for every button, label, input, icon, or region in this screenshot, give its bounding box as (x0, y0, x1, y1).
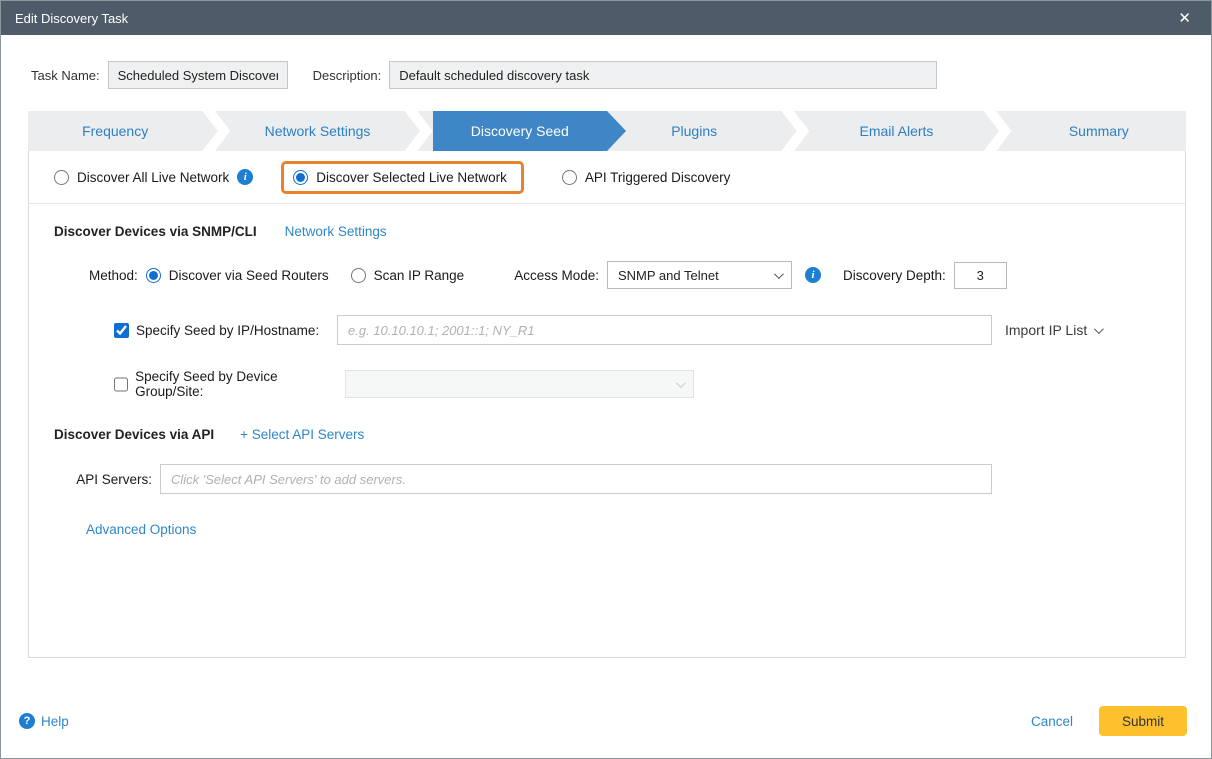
tab-frequency[interactable]: Frequency (28, 111, 202, 151)
seed-ip-checkbox[interactable] (114, 323, 129, 338)
tab-summary[interactable]: Summary (1012, 111, 1186, 151)
selected-option-highlight: Discover Selected Live Network (281, 161, 524, 194)
tab-separator-chevron (405, 111, 433, 151)
api-section-header: Discover Devices via API + Select API Se… (54, 427, 1185, 442)
radio-discover-via-seed-routers[interactable]: Discover via Seed Routers (146, 268, 329, 283)
tab-discovery-seed[interactable]: Discovery Seed (433, 111, 607, 151)
dialog-titlebar: Edit Discovery Task ✕ (1, 1, 1211, 35)
api-servers-label: API Servers: (29, 472, 160, 487)
task-name-input[interactable] (108, 61, 288, 89)
radio-label: Discover via Seed Routers (169, 268, 329, 283)
select-api-servers-link[interactable]: + Select API Servers (240, 427, 364, 442)
snmp-section-title: Discover Devices via SNMP/CLI (54, 224, 257, 239)
tab-separator-chevron (781, 111, 809, 151)
snmp-section-header: Discover Devices via SNMP/CLI Network Se… (54, 224, 1185, 239)
radio-scan-ip-range[interactable]: Scan IP Range (351, 268, 465, 283)
wizard-tabbar: Frequency Network Settings Discovery See… (28, 111, 1186, 151)
method-label: Method: (89, 268, 138, 283)
api-section-title: Discover Devices via API (54, 427, 214, 442)
access-mode-select[interactable]: SNMP and Telnet (607, 261, 792, 289)
import-ip-list-dropdown[interactable]: Import IP List (1005, 322, 1101, 338)
radio-label: Scan IP Range (374, 268, 465, 283)
discovery-depth-label: Discovery Depth: (843, 268, 946, 283)
footer-actions: Cancel Submit (1031, 706, 1187, 736)
access-mode-value: SNMP and Telnet (618, 268, 719, 283)
seed-group-checkbox[interactable] (114, 377, 128, 392)
radio-input-api-triggered[interactable] (562, 170, 577, 185)
seed-group-checkbox-wrap[interactable]: Specify Seed by Device Group/Site: (114, 369, 337, 399)
seed-group-label: Specify Seed by Device Group/Site: (135, 369, 337, 399)
discovery-depth-input[interactable] (954, 262, 1007, 289)
api-servers-input[interactable] (160, 464, 992, 494)
help-label: Help (41, 714, 69, 729)
access-mode-label: Access Mode: (514, 268, 599, 283)
radio-api-triggered-discovery[interactable]: API Triggered Discovery (562, 170, 731, 185)
close-icon[interactable]: ✕ (1172, 11, 1197, 26)
radio-label: Discover Selected Live Network (316, 170, 507, 185)
tab-separator-chevron (202, 111, 230, 151)
device-group-select (345, 370, 694, 398)
method-row: Method: Discover via Seed Routers Scan I… (89, 261, 1185, 289)
info-icon[interactable]: i (805, 267, 821, 283)
chevron-down-icon (1094, 324, 1104, 334)
task-name-label: Task Name: (31, 68, 100, 83)
seed-ip-row: Specify Seed by IP/Hostname: Import IP L… (114, 315, 1185, 345)
task-header-row: Task Name: Description: (31, 61, 1211, 89)
edit-discovery-task-dialog: Edit Discovery Task ✕ Task Name: Descrip… (0, 0, 1212, 759)
info-icon[interactable]: i (237, 169, 253, 185)
tab-email-alerts[interactable]: Email Alerts (809, 111, 983, 151)
radio-label: API Triggered Discovery (585, 170, 731, 185)
seed-group-row: Specify Seed by Device Group/Site: (114, 369, 1185, 399)
dialog-title: Edit Discovery Task (15, 11, 128, 26)
tab-plugins[interactable]: Plugins (607, 111, 781, 151)
seed-ip-input[interactable] (337, 315, 992, 345)
import-ip-list-label: Import IP List (1005, 322, 1087, 338)
advanced-options-link[interactable]: Advanced Options (86, 522, 196, 537)
tab-network-settings[interactable]: Network Settings (230, 111, 404, 151)
discovery-mode-row: Discover All Live Network i Discover Sel… (29, 151, 1185, 204)
help-icon: ? (19, 713, 35, 729)
radio-label: Discover All Live Network (77, 170, 229, 185)
api-servers-row: API Servers: (29, 464, 1185, 494)
tab-label: Discovery Seed (471, 123, 569, 139)
cancel-button[interactable]: Cancel (1031, 714, 1073, 729)
radio-discover-all-live-network[interactable]: Discover All Live Network i (54, 169, 253, 185)
discovery-seed-panel: Discover All Live Network i Discover Sel… (28, 151, 1186, 658)
radio-input-discover-selected[interactable] (293, 170, 308, 185)
radio-discover-selected-live-network[interactable]: Discover Selected Live Network (293, 170, 507, 185)
submit-button[interactable]: Submit (1099, 706, 1187, 736)
tab-separator-chevron (984, 111, 1012, 151)
chevron-down-icon (774, 269, 784, 279)
seed-ip-label: Specify Seed by IP/Hostname: (136, 323, 319, 338)
seed-ip-checkbox-wrap[interactable]: Specify Seed by IP/Hostname: (114, 323, 337, 338)
active-tab-arrowhead (607, 111, 626, 151)
chevron-down-icon (676, 378, 686, 388)
radio-input-scan-ip-range[interactable] (351, 268, 366, 283)
network-settings-link[interactable]: Network Settings (285, 224, 387, 239)
description-label: Description: (313, 68, 382, 83)
radio-input-discover-all[interactable] (54, 170, 69, 185)
description-input[interactable] (389, 61, 937, 89)
radio-input-seed-routers[interactable] (146, 268, 161, 283)
help-link[interactable]: ? Help (19, 713, 69, 729)
dialog-footer: ? Help Cancel Submit (19, 706, 1187, 736)
